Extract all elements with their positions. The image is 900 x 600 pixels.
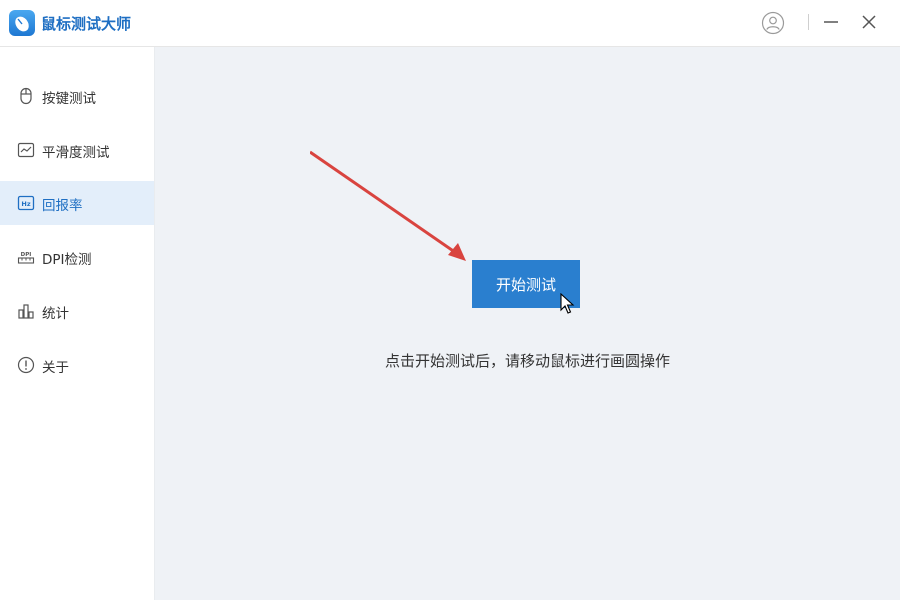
instruction-text: 点击开始测试后，请移动鼠标进行画圆操作 xyxy=(384,352,670,370)
sidebar-item-dpi-detect[interactable]: DPI DPI检测 xyxy=(0,235,154,279)
info-icon xyxy=(17,356,35,374)
user-icon[interactable] xyxy=(761,11,785,35)
sidebar-item-label: 回报率 xyxy=(42,198,83,214)
main-panel: 开始测试 点击开始测试后，请移动鼠标进行画圆操作 xyxy=(155,47,900,600)
sidebar-item-polling-rate[interactable]: Hz 回报率 xyxy=(0,181,154,225)
sidebar: 按键测试 平滑度测试 Hz 回报率 DPI DPI检测 统计 关于 xyxy=(0,47,155,600)
dpi-ruler-icon: DPI xyxy=(17,248,35,266)
sidebar-item-label: 统计 xyxy=(42,306,69,322)
sidebar-item-label: 平滑度测试 xyxy=(42,145,110,161)
close-icon[interactable] xyxy=(860,13,878,31)
sidebar-item-about[interactable]: 关于 xyxy=(0,343,154,387)
mouse-icon xyxy=(17,87,35,105)
title-bar: 鼠标测试大师 xyxy=(0,0,900,47)
red-arrow-annotation xyxy=(310,150,466,261)
hz-icon: Hz xyxy=(17,194,35,212)
sidebar-item-label: 关于 xyxy=(42,360,69,376)
mouse-cursor-icon xyxy=(560,293,575,314)
chart-line-icon xyxy=(17,141,35,159)
sidebar-item-statistics[interactable]: 统计 xyxy=(0,289,154,333)
app-title: 鼠标测试大师 xyxy=(41,15,132,33)
titlebar-divider xyxy=(808,14,809,30)
svg-text:DPI: DPI xyxy=(21,252,32,258)
sidebar-item-label: 按键测试 xyxy=(42,91,96,107)
sidebar-item-label: DPI检测 xyxy=(42,252,92,268)
sidebar-item-button-test[interactable]: 按键测试 xyxy=(0,74,154,118)
mouse-logo-icon xyxy=(9,10,35,36)
bar-chart-icon xyxy=(17,302,35,320)
minimize-icon[interactable] xyxy=(822,13,840,31)
svg-text:Hz: Hz xyxy=(21,200,30,208)
sidebar-item-smoothness-test[interactable]: 平滑度测试 xyxy=(0,128,154,172)
